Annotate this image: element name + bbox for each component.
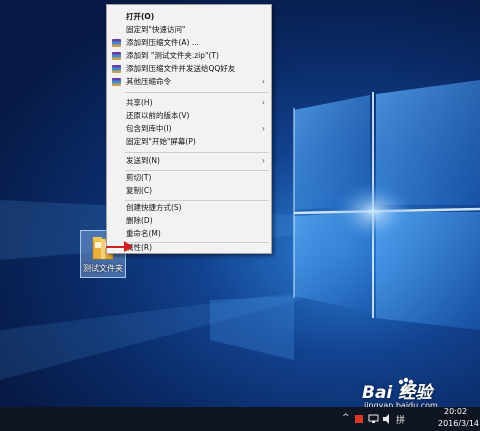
menu-item-restore-versions[interactable]: 还原以前的版本(V) <box>107 110 271 122</box>
menu-item-label: 添加到压缩文件并发送给QQ好友 <box>126 64 236 73</box>
watermark-main-text: Bai 经验 <box>362 383 433 403</box>
menu-item-label: 添加到 "测试文件夹.zip"(T) <box>126 51 219 60</box>
menu-item-label: 复制(C) <box>126 186 153 195</box>
annotation-arrow-icon <box>106 241 133 252</box>
ime-pinyin-icon[interactable]: 拼 <box>396 413 405 426</box>
clock-time[interactable]: 20:02 <box>444 407 467 416</box>
menu-item-label: 删除(D) <box>126 216 153 225</box>
menu-separator <box>125 92 269 93</box>
taskbar: ^ 拼 20:02 2016/3/14 <box>0 407 480 431</box>
menu-item-other-compress[interactable]: 其他压缩命令 › <box>107 76 271 88</box>
menu-item-compress-send-qq[interactable]: 添加到压缩文件并发送给QQ好友 <box>107 63 271 75</box>
menu-item-copy[interactable]: 复制(C) <box>107 185 271 197</box>
notification-app-icon[interactable] <box>354 414 364 424</box>
menu-item-add-to-archive[interactable]: 添加到压缩文件(A) ... <box>107 37 271 49</box>
winrar-icon <box>112 39 121 47</box>
menu-item-open[interactable]: 打开(O) <box>107 11 271 23</box>
chevron-right-icon: › <box>261 124 265 133</box>
chevron-right-icon: › <box>261 156 265 165</box>
menu-item-send-to[interactable]: 发送到(N) › <box>107 155 271 167</box>
menu-separator <box>125 170 269 171</box>
tray-overflow-icon[interactable]: ^ <box>342 413 350 423</box>
menu-item-pin-quick-access[interactable]: 固定到"快速访问" <box>107 24 271 36</box>
chevron-right-icon: › <box>261 98 265 107</box>
menu-item-label: 发送到(N) <box>126 156 160 165</box>
winrar-icon <box>112 78 121 86</box>
menu-item-label: 固定到"快速访问" <box>126 25 186 34</box>
menu-item-delete[interactable]: 删除(D) <box>107 215 271 227</box>
menu-item-label: 共享(H) <box>126 98 153 107</box>
menu-item-label: 创建快捷方式(S) <box>126 203 182 212</box>
network-icon[interactable] <box>368 414 379 424</box>
chevron-right-icon: › <box>261 77 265 86</box>
menu-item-add-to-zip[interactable]: 添加到 "测试文件夹.zip"(T) <box>107 50 271 62</box>
menu-item-include-library[interactable]: 包含到库中(I) › <box>107 123 271 135</box>
menu-item-label: 还原以前的版本(V) <box>126 111 190 120</box>
menu-item-cut[interactable]: 剪切(T) <box>107 172 271 184</box>
clock-date[interactable]: 2016/3/14 <box>438 419 479 428</box>
winrar-icon <box>112 65 121 73</box>
menu-item-create-shortcut[interactable]: 创建快捷方式(S) <box>107 202 271 214</box>
winrar-icon <box>112 52 121 60</box>
menu-item-share[interactable]: 共享(H) › <box>107 97 271 109</box>
menu-item-label: 其他压缩命令 <box>126 77 171 86</box>
menu-item-label: 打开(O) <box>126 12 155 21</box>
folder-label: 测试文件夹 <box>83 264 123 273</box>
menu-separator <box>125 200 269 201</box>
context-menu: 打开(O) 固定到"快速访问" 添加到压缩文件(A) ... 添加到 "测试文件… <box>106 4 272 254</box>
menu-item-label: 固定到"开始"屏幕(P) <box>126 137 196 146</box>
menu-item-label: 添加到压缩文件(A) ... <box>126 38 200 47</box>
menu-item-label: 包含到库中(I) <box>126 124 172 133</box>
menu-item-pin-start[interactable]: 固定到"开始"屏幕(P) <box>107 136 271 148</box>
menu-item-label: 剪切(T) <box>126 173 152 182</box>
volume-icon[interactable] <box>382 414 393 424</box>
menu-separator <box>125 152 269 153</box>
